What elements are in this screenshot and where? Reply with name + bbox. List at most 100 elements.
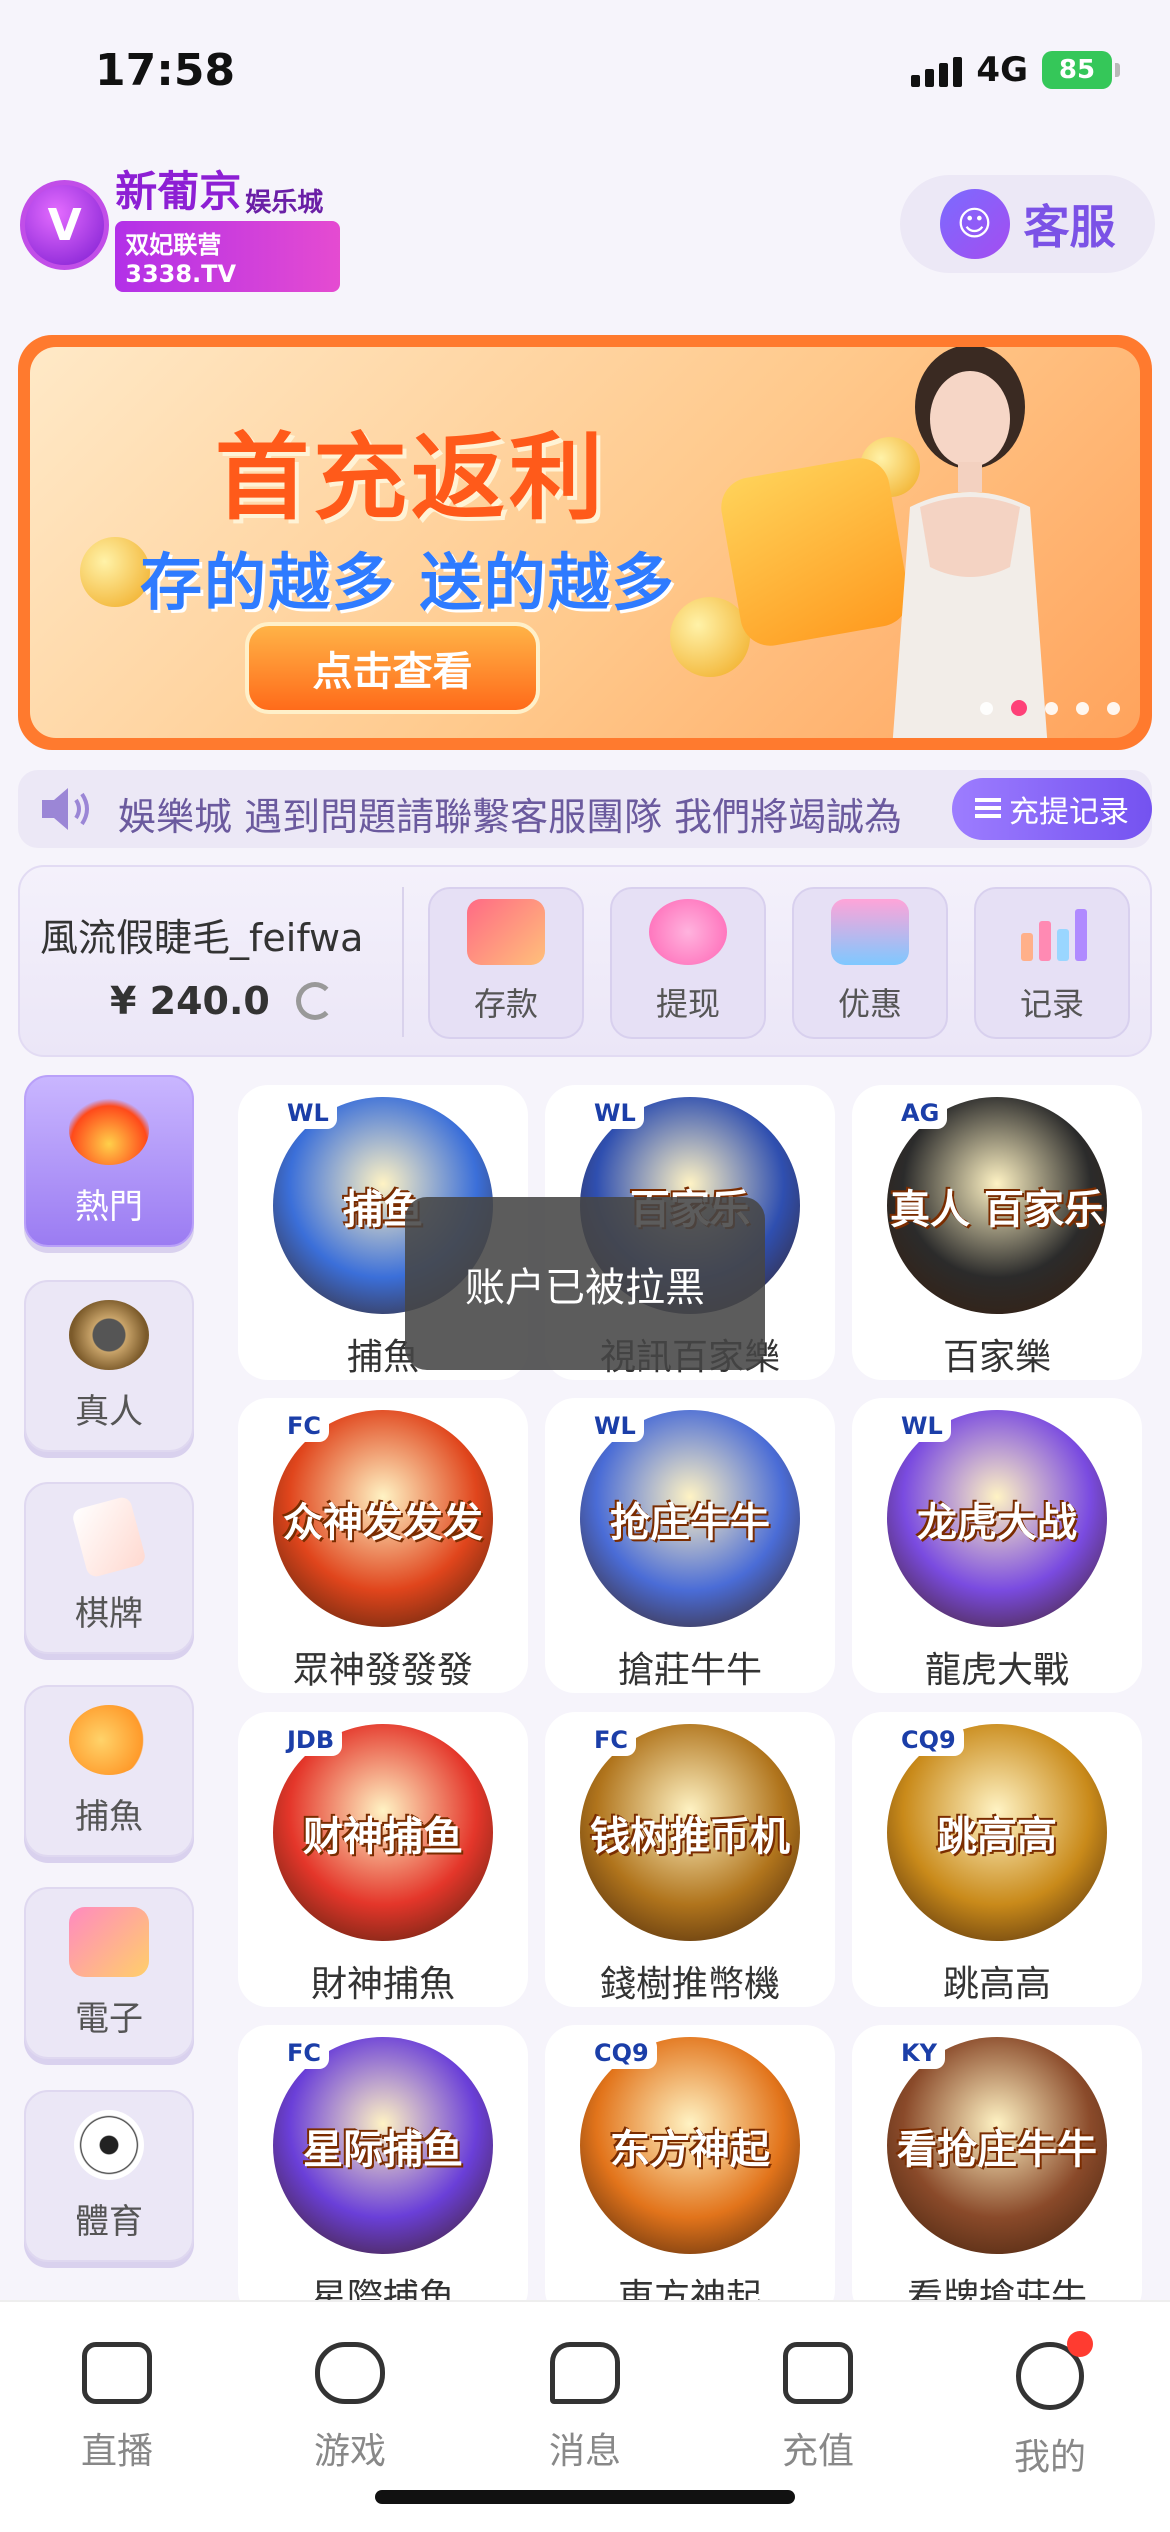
tab-messages[interactable]: 消息: [485, 2342, 685, 2474]
account-card: 風流假睫毛_feifwa ¥ 240.0 存款 提现 优惠 记录: [18, 865, 1152, 1057]
category-chess-cards[interactable]: 棋牌: [24, 1482, 194, 1654]
game-art-text: 东方神起: [610, 2126, 770, 2173]
game-card[interactable]: JDB 财神捕鱼財神捕魚: [238, 1712, 528, 2007]
game-label: 眾神發發發: [292, 1650, 473, 1691]
provider-badge: WL: [586, 1410, 644, 1442]
category-label: 體育: [75, 2201, 143, 2242]
deposit-withdraw-record-button[interactable]: 充提记录: [952, 778, 1152, 840]
profile-icon: [1016, 2331, 1093, 2410]
record-button-label: 充提记录: [1009, 795, 1129, 830]
game-card[interactable]: WL 龙虎大战龍虎大戰: [852, 1398, 1142, 1693]
customer-service-label: 客服: [1023, 200, 1116, 254]
card-icon: [467, 899, 545, 965]
provider-badge: KY: [893, 2037, 945, 2069]
provider-badge: FC: [279, 1410, 330, 1442]
logo-tagline: 双妃联营3338.TV: [115, 221, 340, 292]
speaker-icon: [42, 788, 89, 830]
notification-dot: [1067, 2331, 1093, 2357]
category-label: 熱門: [75, 1186, 143, 1227]
home-indicator: [375, 2490, 795, 2504]
tab-label: 我的: [1013, 2437, 1086, 2478]
provider-badge: WL: [586, 1097, 644, 1129]
money-bag-icon: [649, 899, 727, 965]
battery-icon: 85: [1042, 51, 1120, 89]
slot-machine-icon: [69, 1906, 149, 1977]
game-art-text: 星际捕鱼: [303, 2126, 463, 2173]
game-art-text: 抢庄牛牛: [610, 1499, 770, 1546]
list-icon: [975, 798, 1001, 820]
announcement-bar[interactable]: 娛樂城 遇到問題請聯繫客服團隊 我們將竭誠為 充提记录: [18, 770, 1152, 848]
game-art-icon: CQ9 跳高高: [887, 1724, 1107, 1941]
game-card[interactable]: CQ9 东方神起 東方神起: [545, 2025, 835, 2320]
promo-banner[interactable]: 首充返利 存的越多 送的越多 点击查看: [18, 335, 1152, 750]
logo-suffix: 娱乐城: [245, 188, 324, 218]
signal-icon: [911, 53, 963, 87]
soccer-ball-icon: [74, 2109, 144, 2180]
bar-chart-icon: [1021, 909, 1087, 961]
customer-service-button[interactable]: ☺ 客服: [900, 175, 1155, 273]
game-art-icon: FC 钱树推币机: [580, 1724, 800, 1941]
game-label: 搶莊牛牛: [617, 1650, 762, 1691]
game-art-icon: WL 龙虎大战: [887, 1410, 1107, 1627]
records-button[interactable]: 记录: [974, 887, 1130, 1039]
model-illustration: [892, 347, 1048, 738]
provider-badge: CQ9: [586, 2037, 657, 2069]
category-slots[interactable]: 電子: [24, 1887, 194, 2059]
banner-view-button[interactable]: 点击查看: [245, 622, 540, 714]
tab-recharge[interactable]: 充值: [718, 2342, 918, 2474]
game-card[interactable]: FC 众神发发发眾神發發發: [238, 1398, 528, 1693]
logo-name: 新葡京: [115, 167, 242, 216]
category-sports[interactable]: 體育: [24, 2090, 194, 2262]
balance: ¥ 240.0: [110, 979, 270, 1023]
category-fishing[interactable]: 捕魚: [24, 1685, 194, 1857]
game-label: 財神捕魚: [310, 1964, 455, 2005]
game-label: 跳高高: [942, 1964, 1051, 2005]
withdraw-button[interactable]: 提现: [610, 887, 766, 1039]
provider-badge: AG: [893, 1097, 948, 1129]
refresh-icon[interactable]: [295, 982, 334, 1020]
provider-badge: FC: [586, 1724, 637, 1756]
game-label: 錢樹推幣機: [599, 1964, 780, 2005]
game-card[interactable]: KY 看抢庄牛牛 看牌搶莊牛: [852, 2025, 1142, 2320]
banner-subtitle: 存的越多 送的越多: [140, 546, 676, 619]
game-art-text: 众神发发发: [283, 1499, 483, 1546]
tab-live[interactable]: 直播: [17, 2342, 217, 2474]
game-art-text: 财神捕鱼: [303, 1813, 463, 1860]
battery-level: 85: [1042, 51, 1112, 89]
game-card[interactable]: FC 钱树推币机錢樹推幣機: [545, 1712, 835, 2007]
game-art-text: 龙虎大战: [917, 1499, 1077, 1546]
deposit-label: 存款: [473, 985, 538, 1023]
logo-mark-icon: V: [20, 180, 110, 270]
game-art-text: 跳高高: [937, 1813, 1057, 1860]
game-art-text: 真人 百家乐: [890, 1186, 1104, 1233]
headset-icon: ☺: [939, 189, 1010, 259]
tab-label: 消息: [548, 2431, 621, 2472]
game-card[interactable]: FC 星际捕鱼 星際捕魚: [238, 2025, 528, 2320]
provider-badge: CQ9: [893, 1724, 964, 1756]
tab-label: 充值: [781, 2431, 854, 2472]
banner-pagination[interactable]: [980, 700, 1120, 716]
banner-title: 首充返利: [215, 424, 608, 533]
game-card[interactable]: CQ9 跳高高 跳高高: [852, 1712, 1142, 2007]
tab-games[interactable]: 游戏: [250, 2342, 450, 2474]
game-card[interactable]: WL 抢庄牛牛搶莊牛牛: [545, 1398, 835, 1693]
gift-icon: [831, 899, 909, 965]
promotions-label: 优惠: [837, 985, 902, 1023]
promotions-button[interactable]: 优惠: [792, 887, 948, 1039]
fire-icon: [69, 1094, 149, 1165]
poker-chip-icon: [69, 1299, 149, 1370]
game-art-icon: JDB 财神捕鱼: [273, 1724, 493, 1941]
category-live[interactable]: 真人: [24, 1280, 194, 1452]
status-indicators: 4G 85: [911, 50, 1120, 90]
game-label: 百家樂: [942, 1337, 1051, 1378]
game-card[interactable]: AG 真人 百家乐百家樂: [852, 1085, 1142, 1380]
wallet-icon: [783, 2342, 853, 2404]
game-label: 龍虎大戰: [924, 1650, 1069, 1691]
app-logo: V 新葡京 娱乐城 双妃联营3338.TV: [20, 167, 340, 292]
playing-card-icon: [70, 1494, 148, 1579]
tab-label: 游戏: [313, 2431, 386, 2472]
category-hot[interactable]: 熱門: [24, 1075, 194, 1247]
deposit-button[interactable]: 存款: [428, 887, 584, 1039]
status-time: 17:58: [95, 45, 236, 96]
tab-mine[interactable]: 我的: [950, 2331, 1150, 2480]
